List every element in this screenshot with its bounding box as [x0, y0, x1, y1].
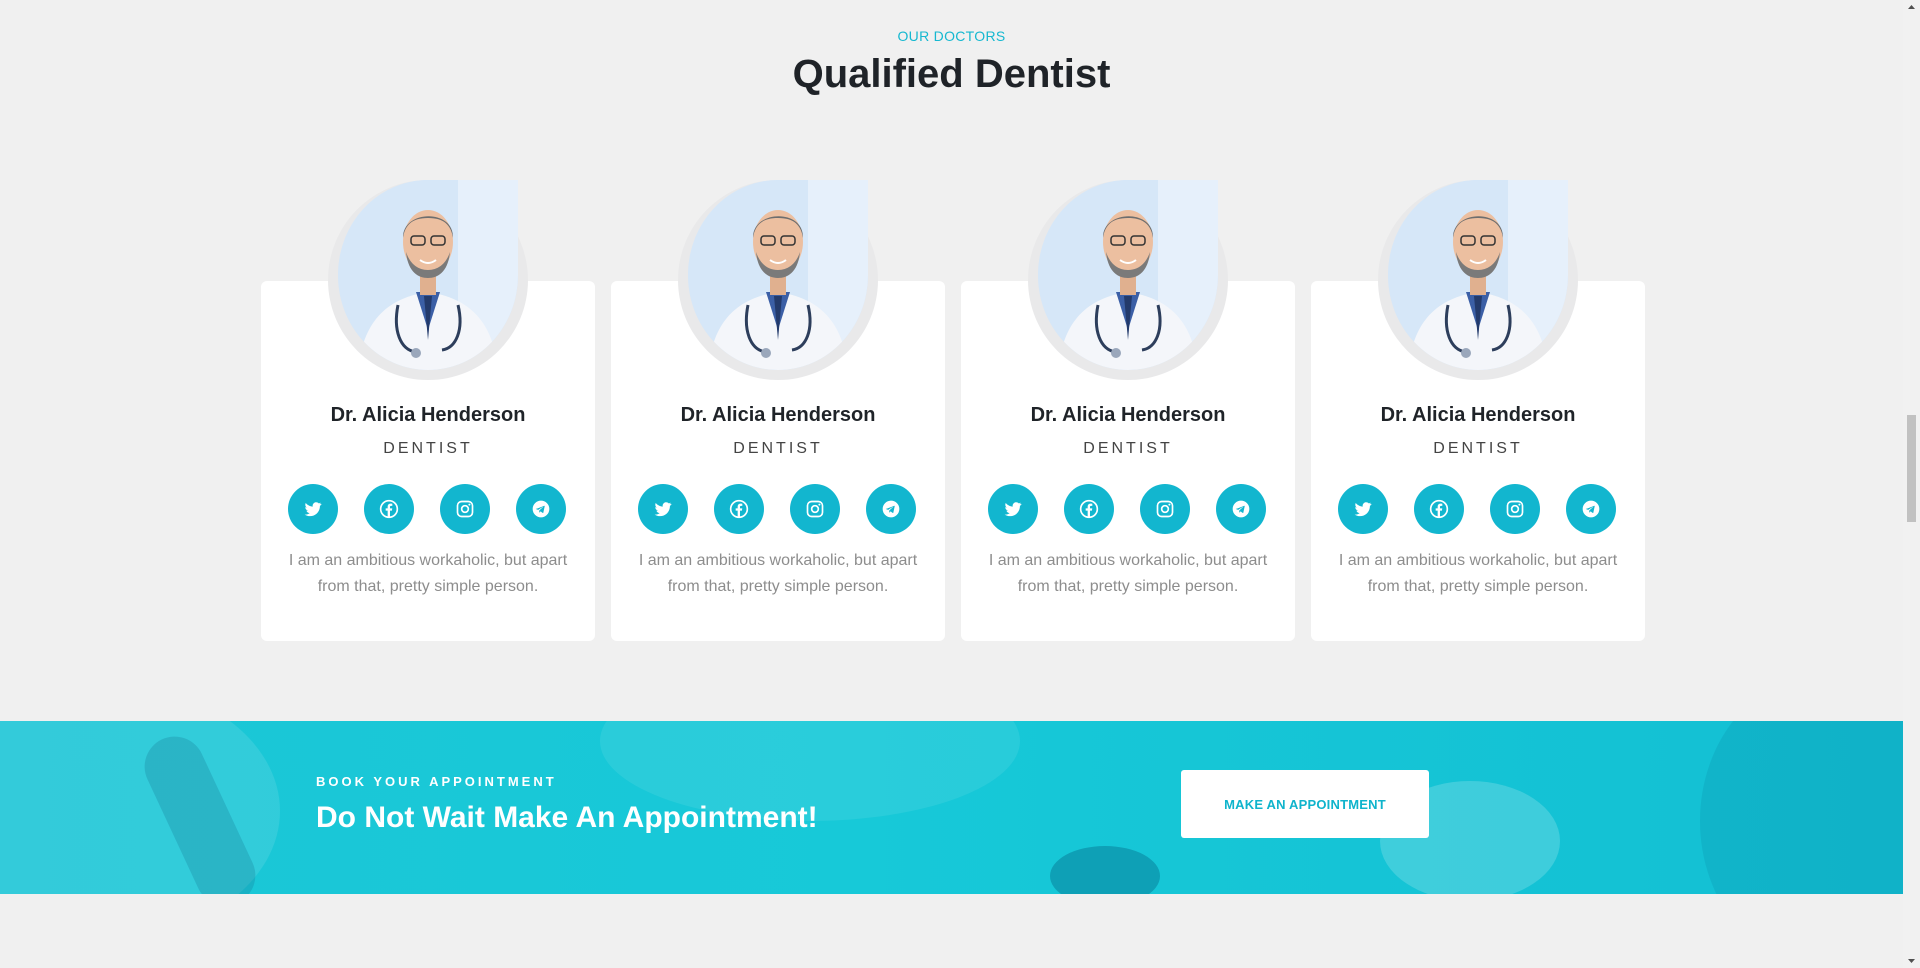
doctor-role: DENTIST	[733, 440, 823, 457]
twitter-icon[interactable]	[288, 484, 338, 534]
doctor-photo	[1378, 180, 1578, 380]
doctor-bio: I am an ambitious workaholic, but apart …	[1338, 552, 1618, 595]
make-appointment-button[interactable]: MAKE AN APPOINTMENT	[1181, 770, 1429, 838]
doctor-photo	[328, 180, 528, 380]
scroll-thumb[interactable]	[1907, 415, 1916, 522]
banner-title: Do Not Wait Make An Appointment!	[316, 801, 818, 834]
scroll-up-icon[interactable]	[1907, 3, 1916, 12]
doctor-name: Dr. Alicia Henderson	[680, 404, 876, 426]
scroll-down-icon[interactable]	[1907, 956, 1916, 965]
social-links	[288, 484, 568, 534]
doctor-photo	[1028, 180, 1228, 380]
doctor-role: DENTIST	[1433, 440, 1523, 457]
telegram-icon[interactable]	[866, 484, 916, 534]
instagram-icon[interactable]	[1140, 484, 1190, 534]
section-eyebrow: OUR DOCTORS	[897, 28, 1006, 44]
twitter-icon[interactable]	[638, 484, 688, 534]
doctor-name: Dr. Alicia Henderson	[1380, 404, 1576, 426]
facebook-icon[interactable]	[714, 484, 764, 534]
section-title: Qualified Dentist	[792, 52, 1111, 96]
twitter-icon[interactable]	[988, 484, 1038, 534]
social-links	[638, 484, 918, 534]
twitter-icon[interactable]	[1338, 484, 1388, 534]
doctor-card: Dr. Alicia Henderson DENTIST I am an amb…	[611, 180, 945, 641]
doctor-card: Dr. Alicia Henderson DENTIST I am an amb…	[261, 180, 595, 641]
banner-eyebrow: BOOK YOUR APPOINTMENT	[316, 774, 557, 789]
page-main: OUR DOCTORS Qualified Dentist Dr. Alicia…	[0, 0, 1903, 968]
telegram-icon[interactable]	[1216, 484, 1266, 534]
doctor-bio: I am an ambitious workaholic, but apart …	[988, 552, 1268, 595]
instagram-icon[interactable]	[790, 484, 840, 534]
doctor-card: Dr. Alicia Henderson DENTIST I am an amb…	[961, 180, 1295, 641]
doctor-bio: I am an ambitious workaholic, but apart …	[638, 552, 918, 595]
doctor-name: Dr. Alicia Henderson	[330, 404, 526, 426]
doctor-bio: I am an ambitious workaholic, but apart …	[288, 552, 568, 595]
social-links	[1338, 484, 1618, 534]
social-links	[988, 484, 1268, 534]
telegram-icon[interactable]	[1566, 484, 1616, 534]
instagram-icon[interactable]	[1490, 484, 1540, 534]
facebook-icon[interactable]	[1414, 484, 1464, 534]
doctor-photo	[678, 180, 878, 380]
facebook-icon[interactable]	[364, 484, 414, 534]
facebook-icon[interactable]	[1064, 484, 1114, 534]
doctor-card: Dr. Alicia Henderson DENTIST I am an amb…	[1311, 180, 1645, 641]
appointment-banner: BOOK YOUR APPOINTMENT Do Not Wait Make A…	[0, 721, 1903, 894]
doctor-role: DENTIST	[383, 440, 473, 457]
doctor-role: DENTIST	[1083, 440, 1173, 457]
telegram-icon[interactable]	[516, 484, 566, 534]
doctor-name: Dr. Alicia Henderson	[1030, 404, 1226, 426]
instagram-icon[interactable]	[440, 484, 490, 534]
scrollbar[interactable]	[1903, 0, 1920, 968]
